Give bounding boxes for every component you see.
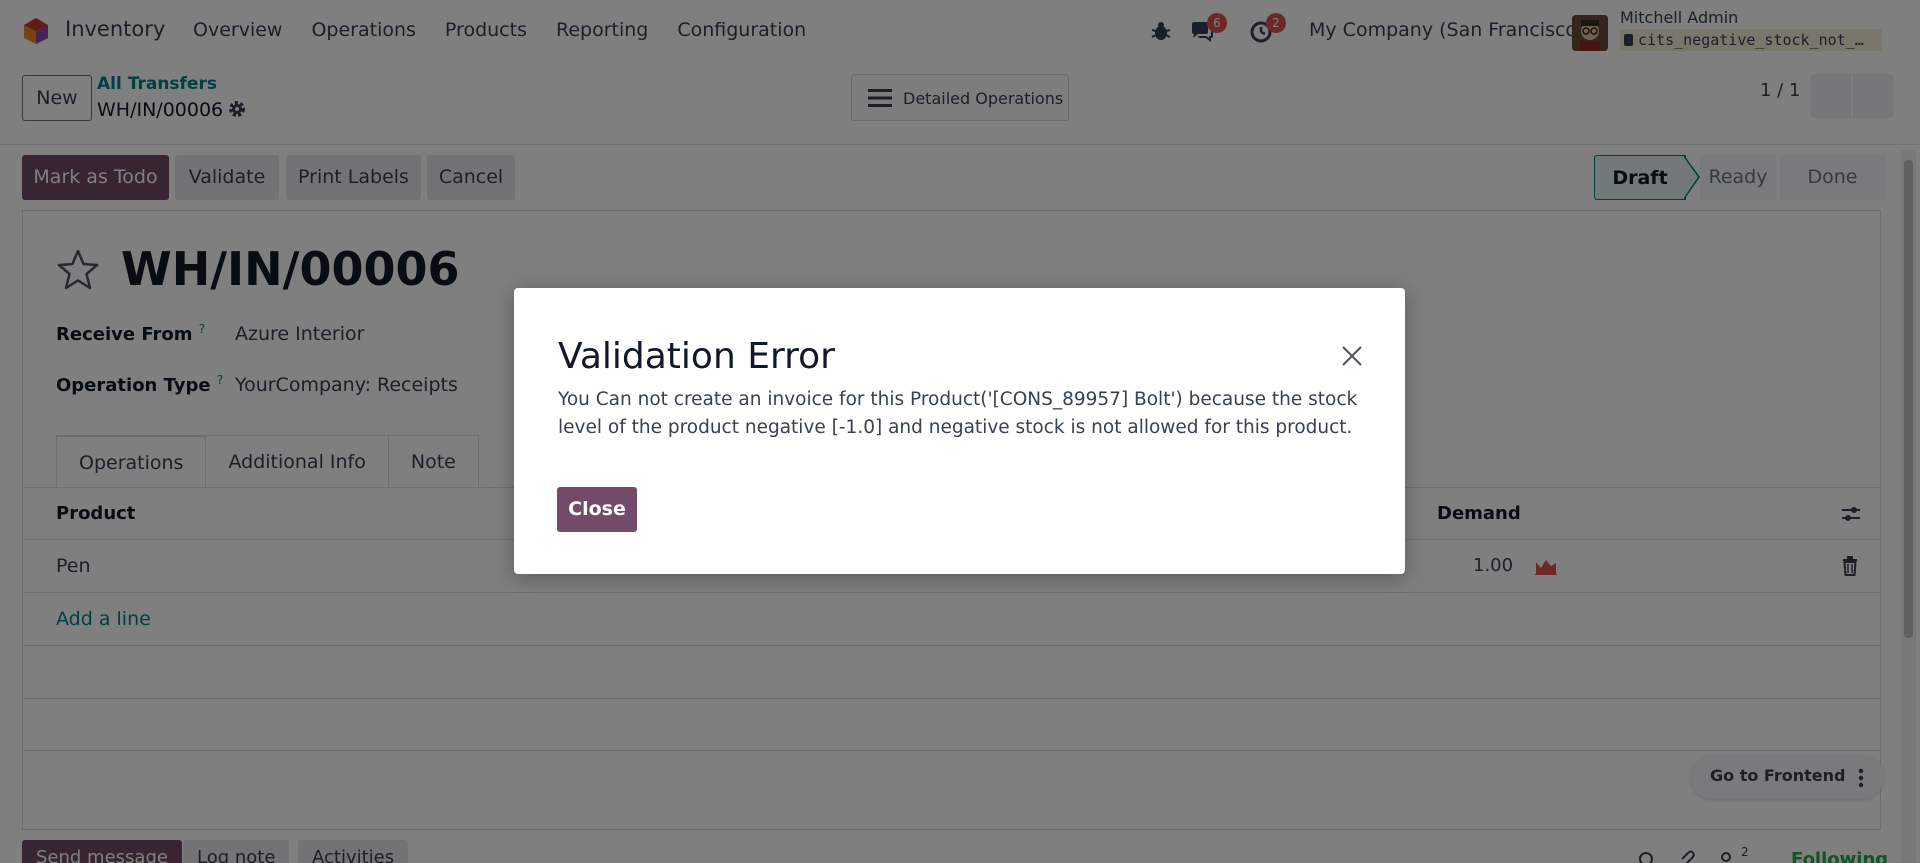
- validation-error-dialog: Validation Error You Can not create an i…: [514, 288, 1405, 574]
- close-icon[interactable]: [1340, 344, 1364, 368]
- dialog-message: You Can not create an invoice for this P…: [558, 389, 1358, 438]
- dialog-title: Validation Error: [558, 336, 835, 377]
- dialog-close-button[interactable]: Close: [557, 487, 637, 532]
